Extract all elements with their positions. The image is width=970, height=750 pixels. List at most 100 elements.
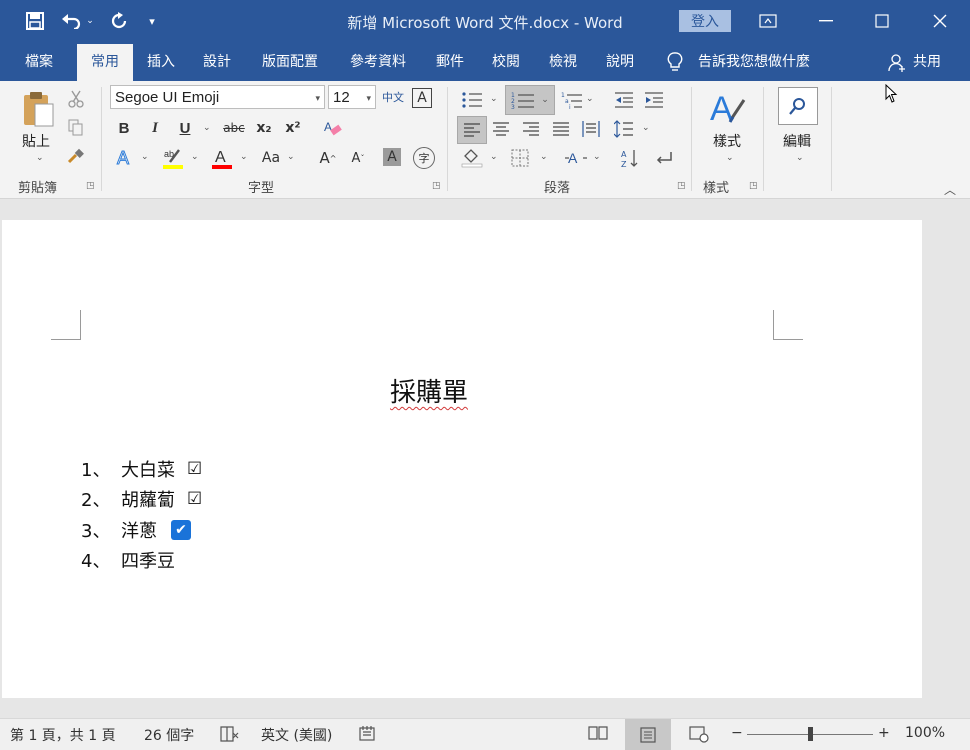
grow-font-button[interactable]: A ^ [318,147,338,169]
align-left-button[interactable] [457,116,487,144]
paste-label[interactable]: 貼上 [22,131,50,151]
undo-icon[interactable] [58,8,84,34]
list-item[interactable]: 1、 大白菜 ☑ [81,456,202,482]
list-item[interactable]: 2、 胡蘿蔔 ☑ [81,486,202,512]
shrink-font-button[interactable]: Aˇ [348,147,368,169]
decrease-indent-icon[interactable] [613,89,635,111]
superscript-button[interactable]: x² [283,118,303,138]
bullets-icon[interactable] [459,89,485,111]
underline-button[interactable]: U [175,118,195,138]
text-effects-dropdown-icon[interactable]: ⌄ [141,152,149,162]
minimize-icon[interactable] [810,6,842,36]
italic-button[interactable]: I [145,118,165,138]
zoom-in-button[interactable]: + [878,725,890,741]
asian-layout-icon[interactable]: A [563,147,589,169]
increase-indent-icon[interactable] [643,89,665,111]
font-color-dropdown-icon[interactable]: ⌄ [240,152,248,162]
tab-help[interactable]: 說明 [596,44,644,81]
web-layout-icon[interactable] [689,725,711,743]
editing-search-icon[interactable] [778,87,818,125]
styles-icon[interactable]: A [704,87,748,129]
shading-dropdown-icon[interactable]: ⌄ [490,152,498,162]
styles-launcher-icon[interactable]: ◳ [749,181,758,191]
line-spacing-icon[interactable] [613,118,635,140]
format-painter-icon[interactable] [66,146,86,166]
document-heading[interactable]: 採購單 [2,372,856,409]
enclose-characters-icon[interactable]: 字 [413,147,435,169]
borders-dropdown-icon[interactable]: ⌄ [540,152,548,162]
list-item[interactable]: 3、 洋蔥 ✔ [81,517,191,543]
paste-icon[interactable] [18,89,58,129]
read-mode-icon[interactable] [588,725,610,743]
font-name-dropdown-icon[interactable]: ▾ [315,86,320,110]
document-page[interactable]: 採購單 1、 大白菜 ☑ 2、 胡蘿蔔 ☑ 3、 洋蔥 ✔ 4、 四季豆 [2,220,922,698]
font-size-field[interactable]: 12 ▾ [328,85,376,109]
tab-references[interactable]: 參考資料 [340,44,416,81]
share-person-icon[interactable] [888,53,908,73]
accessibility-icon[interactable] [359,725,377,743]
tab-design[interactable]: 設計 [193,44,241,81]
language-indicator[interactable]: 英文 (美國) [261,725,332,745]
borders-icon[interactable] [509,147,531,169]
align-center-icon[interactable] [489,118,513,140]
list-item[interactable]: 4、 四季豆 [81,547,175,573]
save-icon[interactable] [22,8,48,34]
justify-icon[interactable] [549,118,573,140]
ribbon-display-options-icon[interactable] [752,6,784,36]
paragraph-launcher-icon[interactable]: ◳ [677,181,686,191]
strikethrough-button[interactable]: abc [221,118,247,138]
text-effects-icon[interactable]: A [114,147,136,169]
sign-in-button[interactable]: 登入 [679,10,731,32]
asian-layout-dropdown-icon[interactable]: ⌄ [593,152,601,162]
cut-icon[interactable] [66,89,86,109]
underline-dropdown-icon[interactable]: ⌄ [203,123,211,133]
styles-button-label[interactable]: 樣式 [713,131,741,151]
font-launcher-icon[interactable]: ◳ [432,181,441,191]
tab-insert[interactable]: 插入 [137,44,185,81]
font-size-dropdown-icon[interactable]: ▾ [366,86,371,110]
proofing-book-icon[interactable] [219,725,239,743]
copy-icon[interactable] [66,118,86,138]
zoom-level[interactable]: 100% [905,725,945,741]
multilevel-dropdown-icon[interactable]: ⌄ [586,94,594,104]
numbering-dropdown-icon[interactable]: ⌄ [541,95,549,105]
distributed-icon[interactable] [579,118,603,140]
zoom-out-button[interactable]: − [731,725,743,741]
change-case-dropdown-icon[interactable]: ⌄ [287,152,295,162]
align-right-icon[interactable] [519,118,543,140]
character-shading-button[interactable]: A [383,148,401,166]
collapse-ribbon-icon[interactable]: ︿ [944,181,956,198]
customize-toolbar-icon[interactable]: ▾ [142,8,162,34]
styles-dropdown-icon[interactable]: ⌄ [726,153,734,163]
highlight-dropdown-icon[interactable]: ⌄ [191,152,199,162]
subscript-button[interactable]: x₂ [254,118,274,138]
phonetic-guide-button[interactable]: 中文 [381,87,405,109]
bullets-dropdown-icon[interactable]: ⌄ [490,94,498,104]
font-name-field[interactable]: Segoe UI Emoji ▾ [110,85,325,109]
tab-review[interactable]: 校閱 [482,44,530,81]
page-count[interactable]: 第 1 頁，共 1 頁 [10,725,116,745]
word-count[interactable]: 26 個字 [144,725,194,745]
print-layout-icon[interactable] [625,719,671,750]
tab-file[interactable]: 檔案 [12,44,66,81]
highlight-color-icon[interactable]: ab [161,145,185,171]
tell-me-search[interactable]: 告訴我您想做什麼 [698,44,822,81]
editing-dropdown-icon[interactable]: ⌄ [796,153,804,163]
close-icon[interactable] [924,6,956,36]
change-case-button[interactable]: Aa [259,147,283,169]
maximize-icon[interactable] [866,6,898,36]
share-button[interactable]: 共用 [910,44,944,81]
tab-mailings[interactable]: 郵件 [426,44,474,81]
bold-button[interactable]: B [114,118,134,138]
multilevel-list-icon[interactable]: 1ai [559,89,585,111]
font-color-icon[interactable]: A [210,145,234,171]
tab-home[interactable]: 常用 [77,44,133,81]
sort-icon[interactable]: AZ [619,147,643,169]
show-formatting-marks-icon[interactable] [653,147,675,169]
shading-icon[interactable] [459,145,485,169]
zoom-slider-thumb[interactable] [808,727,813,741]
line-spacing-dropdown-icon[interactable]: ⌄ [642,123,650,133]
tab-layout[interactable]: 版面配置 [252,44,328,81]
redo-icon[interactable] [106,8,132,34]
tab-view[interactable]: 檢視 [539,44,587,81]
